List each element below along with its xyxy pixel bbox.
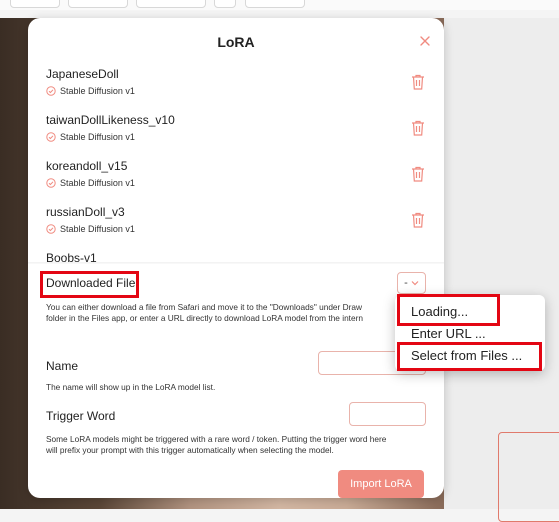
lora-model-base: Stable Diffusion v1: [46, 178, 135, 188]
close-icon[interactable]: [418, 34, 432, 48]
menu-item-select-from-files[interactable]: Select from Files ...: [411, 348, 522, 363]
downloaded-file-select[interactable]: -: [397, 272, 426, 294]
chevron-down-icon: [411, 281, 419, 286]
lora-model-name: JapaneseDoll: [46, 67, 119, 81]
check-circle-icon: [46, 86, 56, 96]
lora-model-name: taiwanDollLikeness_v10: [46, 113, 175, 127]
lora-model-base: Stable Diffusion v1: [46, 86, 135, 96]
background-chip: [68, 0, 128, 8]
lora-model-name: koreandoll_v15: [46, 159, 128, 173]
download-help-line: You can either download a file from Safa…: [46, 302, 362, 312]
trash-icon[interactable]: [411, 166, 425, 182]
menu-item-loading[interactable]: Loading...: [411, 304, 468, 319]
lora-model-base: Stable Diffusion v1: [46, 224, 135, 234]
background-chip: [214, 0, 236, 8]
trigger-word-input[interactable]: [349, 402, 426, 426]
downloaded-file-value: -: [404, 277, 408, 289]
background-chip: [10, 0, 60, 8]
menu-item-enter-url[interactable]: Enter URL ...: [411, 326, 486, 341]
lora-list-item[interactable]: taiwanDollLikeness_v10 Stable Diffusion …: [28, 108, 444, 154]
lora-modal: LoRA JapaneseDoll Stable Diffusion v1 ta…: [28, 18, 444, 498]
lora-model-name: Boobs-v1: [46, 251, 97, 262]
import-lora-button[interactable]: Import LoRA: [338, 470, 424, 498]
lora-list-item[interactable]: JapaneseDoll Stable Diffusion v1: [28, 62, 444, 108]
trigger-word-label: Trigger Word: [46, 409, 116, 423]
trigger-help-line: will prefix your prompt with this trigge…: [46, 445, 334, 455]
lora-list-item[interactable]: Boobs-v1: [28, 246, 444, 262]
lora-model-base-label: Stable Diffusion v1: [60, 224, 135, 234]
lora-model-base: Stable Diffusion v1: [46, 132, 135, 142]
lora-model-base-label: Stable Diffusion v1: [60, 132, 135, 142]
download-help-line: folder in the Files app, or enter a URL …: [46, 313, 363, 323]
check-circle-icon: [46, 132, 56, 142]
lora-list-item[interactable]: koreandoll_v15 Stable Diffusion v1: [28, 154, 444, 200]
lora-list-item[interactable]: russianDoll_v3 Stable Diffusion v1: [28, 200, 444, 246]
lora-model-list: JapaneseDoll Stable Diffusion v1 taiwanD…: [28, 62, 444, 262]
trigger-help-line: Some LoRA models might be triggered with…: [46, 434, 387, 444]
lora-model-name: russianDoll_v3: [46, 205, 125, 219]
background-chip: [245, 0, 305, 8]
trash-icon[interactable]: [411, 120, 425, 136]
downloaded-file-menu: Loading... Enter URL ... Select from Fil…: [395, 295, 545, 371]
lora-model-base-label: Stable Diffusion v1: [60, 86, 135, 96]
modal-title: LoRA: [217, 34, 255, 50]
name-help: The name will show up in the LoRA model …: [46, 382, 216, 392]
name-label: Name: [46, 359, 79, 373]
check-circle-icon: [46, 224, 56, 234]
lora-model-base-label: Stable Diffusion v1: [60, 178, 135, 188]
check-circle-icon: [46, 178, 56, 188]
background-chip: [136, 0, 206, 8]
downloaded-file-label: Downloaded File: [46, 276, 136, 290]
trash-icon[interactable]: [411, 74, 425, 90]
section-divider: [28, 262, 444, 264]
trash-icon[interactable]: [411, 212, 425, 228]
